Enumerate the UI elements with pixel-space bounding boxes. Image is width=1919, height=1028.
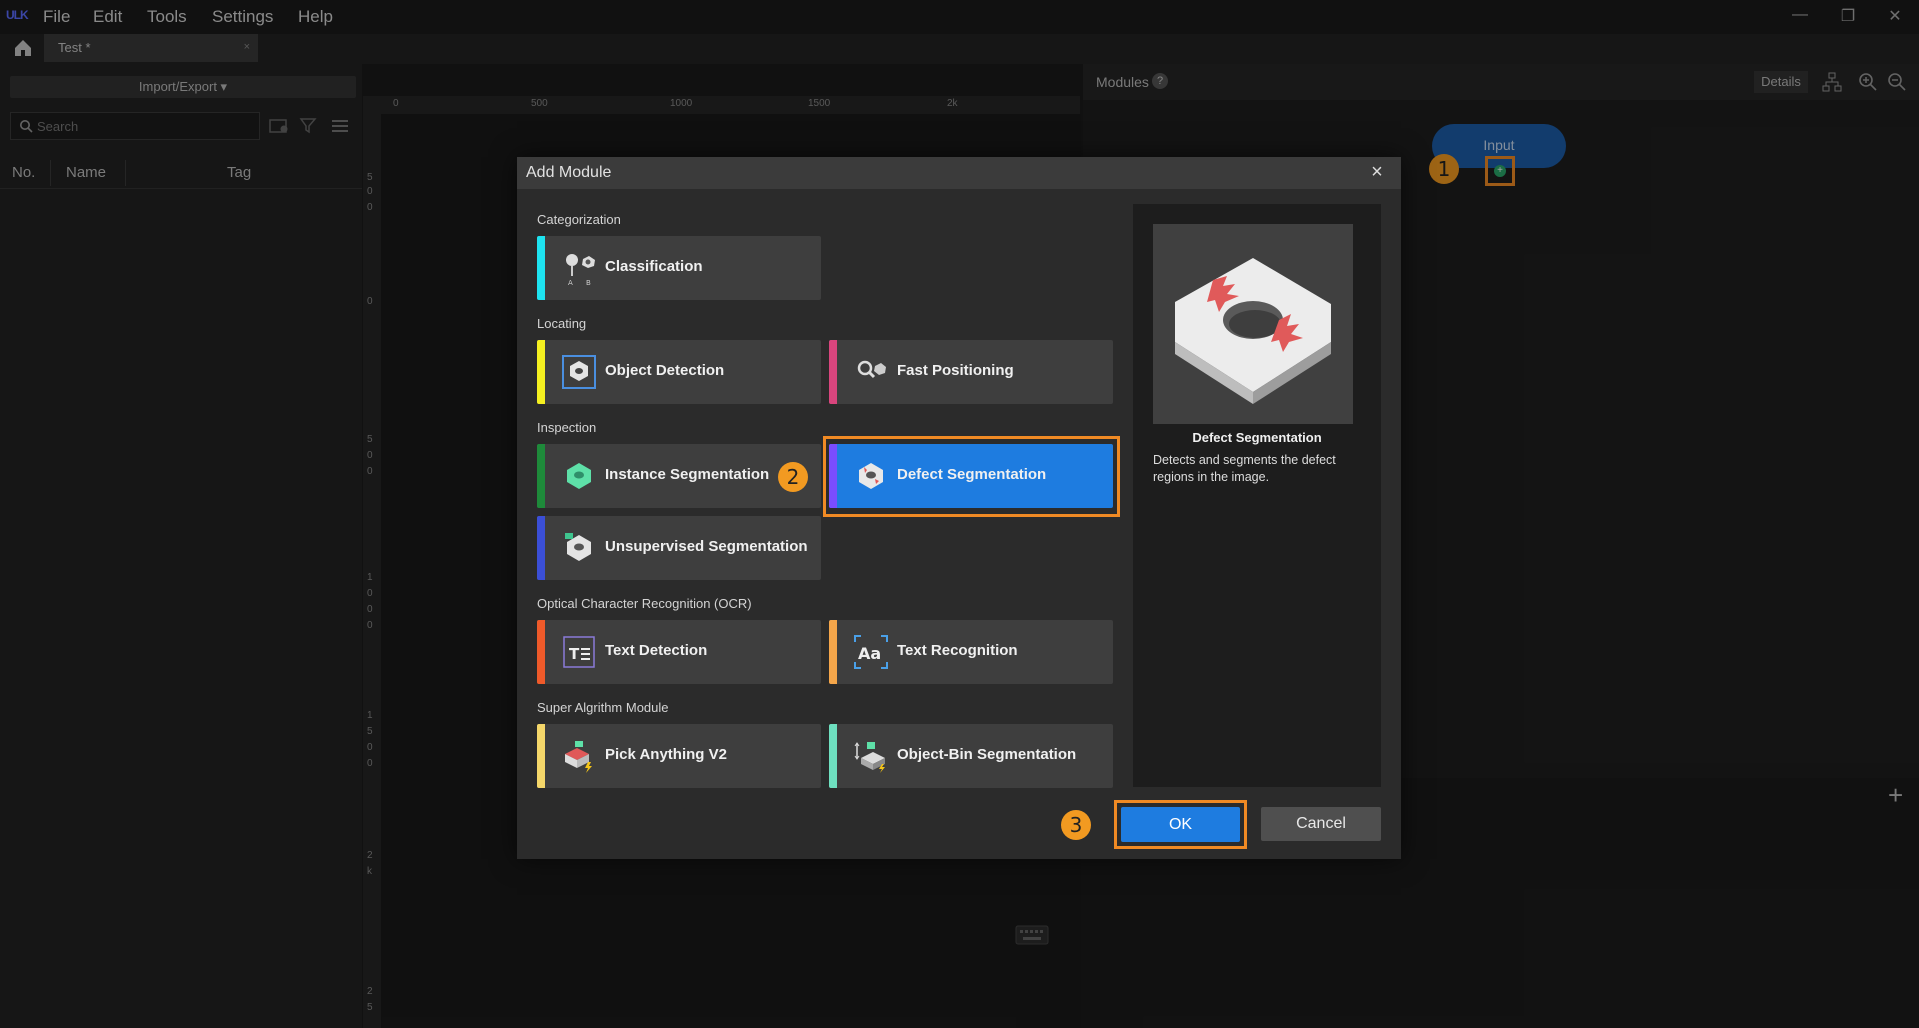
category-label: Super Algrithm Module xyxy=(537,700,669,715)
fast-positioning-icon xyxy=(853,354,889,390)
module-label: Fast Positioning xyxy=(897,362,1014,379)
module-fast-positioning[interactable]: Fast Positioning xyxy=(829,340,1113,404)
category-label: Locating xyxy=(537,316,587,331)
step-badge-2: 2 xyxy=(778,462,808,492)
svg-text:A: A xyxy=(568,279,573,286)
object-bin-segmentation-icon xyxy=(853,738,889,774)
module-color-bar xyxy=(537,340,545,404)
module-color-bar xyxy=(829,724,837,788)
preview-image xyxy=(1153,224,1353,424)
module-classification[interactable]: AB Classification xyxy=(537,236,821,300)
instance-segmentation-icon xyxy=(561,458,597,494)
ok-button[interactable]: OK xyxy=(1121,807,1240,842)
cancel-button[interactable]: Cancel xyxy=(1261,807,1381,841)
unsupervised-segmentation-icon xyxy=(561,530,597,566)
pick-anything-icon xyxy=(561,738,597,774)
svg-text:T: T xyxy=(569,645,580,663)
module-color-bar xyxy=(829,620,837,684)
module-label: Text Recognition xyxy=(897,642,1018,659)
object-detection-icon xyxy=(561,354,597,390)
module-text-recognition[interactable]: Aa Text Recognition xyxy=(829,620,1113,684)
preview-description: Detects and segments the defect regions … xyxy=(1153,453,1336,484)
module-pick-anything-v2[interactable]: Pick Anything V2 xyxy=(537,724,821,788)
module-unsupervised-segmentation[interactable]: Unsupervised Segmentation xyxy=(537,516,821,580)
module-text-detection[interactable]: T Text Detection xyxy=(537,620,821,684)
module-label: Object-Bin Segmentation xyxy=(897,746,1077,763)
module-label: Instance Segmentation xyxy=(605,466,770,483)
module-label: Object Detection xyxy=(605,362,725,379)
selection-highlight xyxy=(823,436,1120,517)
dialog-close-icon[interactable]: × xyxy=(1366,161,1388,184)
text-detection-icon: T xyxy=(561,634,597,670)
module-color-bar xyxy=(537,620,545,684)
module-label: Text Detection xyxy=(605,642,708,659)
module-color-bar xyxy=(829,340,837,404)
module-object-bin-segmentation[interactable]: Object-Bin Segmentation xyxy=(829,724,1113,788)
preview-title: Defect Segmentation xyxy=(1192,430,1322,445)
category-label: Optical Character Recognition (OCR) xyxy=(537,596,752,611)
category-label: Inspection xyxy=(537,420,597,435)
dialog-title-bar xyxy=(517,157,1401,189)
module-color-bar xyxy=(537,724,545,788)
category-label: Categorization xyxy=(537,212,621,227)
classification-icon: AB xyxy=(561,250,597,287)
module-label: Classification xyxy=(605,258,703,275)
module-color-bar xyxy=(537,516,545,580)
module-label: Unsupervised Segmentation xyxy=(605,538,808,555)
module-color-bar xyxy=(537,444,545,508)
step-badge-3: 3 xyxy=(1061,810,1091,840)
module-label: Pick Anything V2 xyxy=(605,746,727,763)
svg-text:B: B xyxy=(586,279,591,286)
module-color-bar xyxy=(537,236,545,300)
dialog-title: Add Module xyxy=(526,164,612,181)
text-recognition-icon: Aa xyxy=(853,634,889,670)
svg-text:Aa: Aa xyxy=(858,644,881,663)
module-object-detection[interactable]: Object Detection xyxy=(537,340,821,404)
